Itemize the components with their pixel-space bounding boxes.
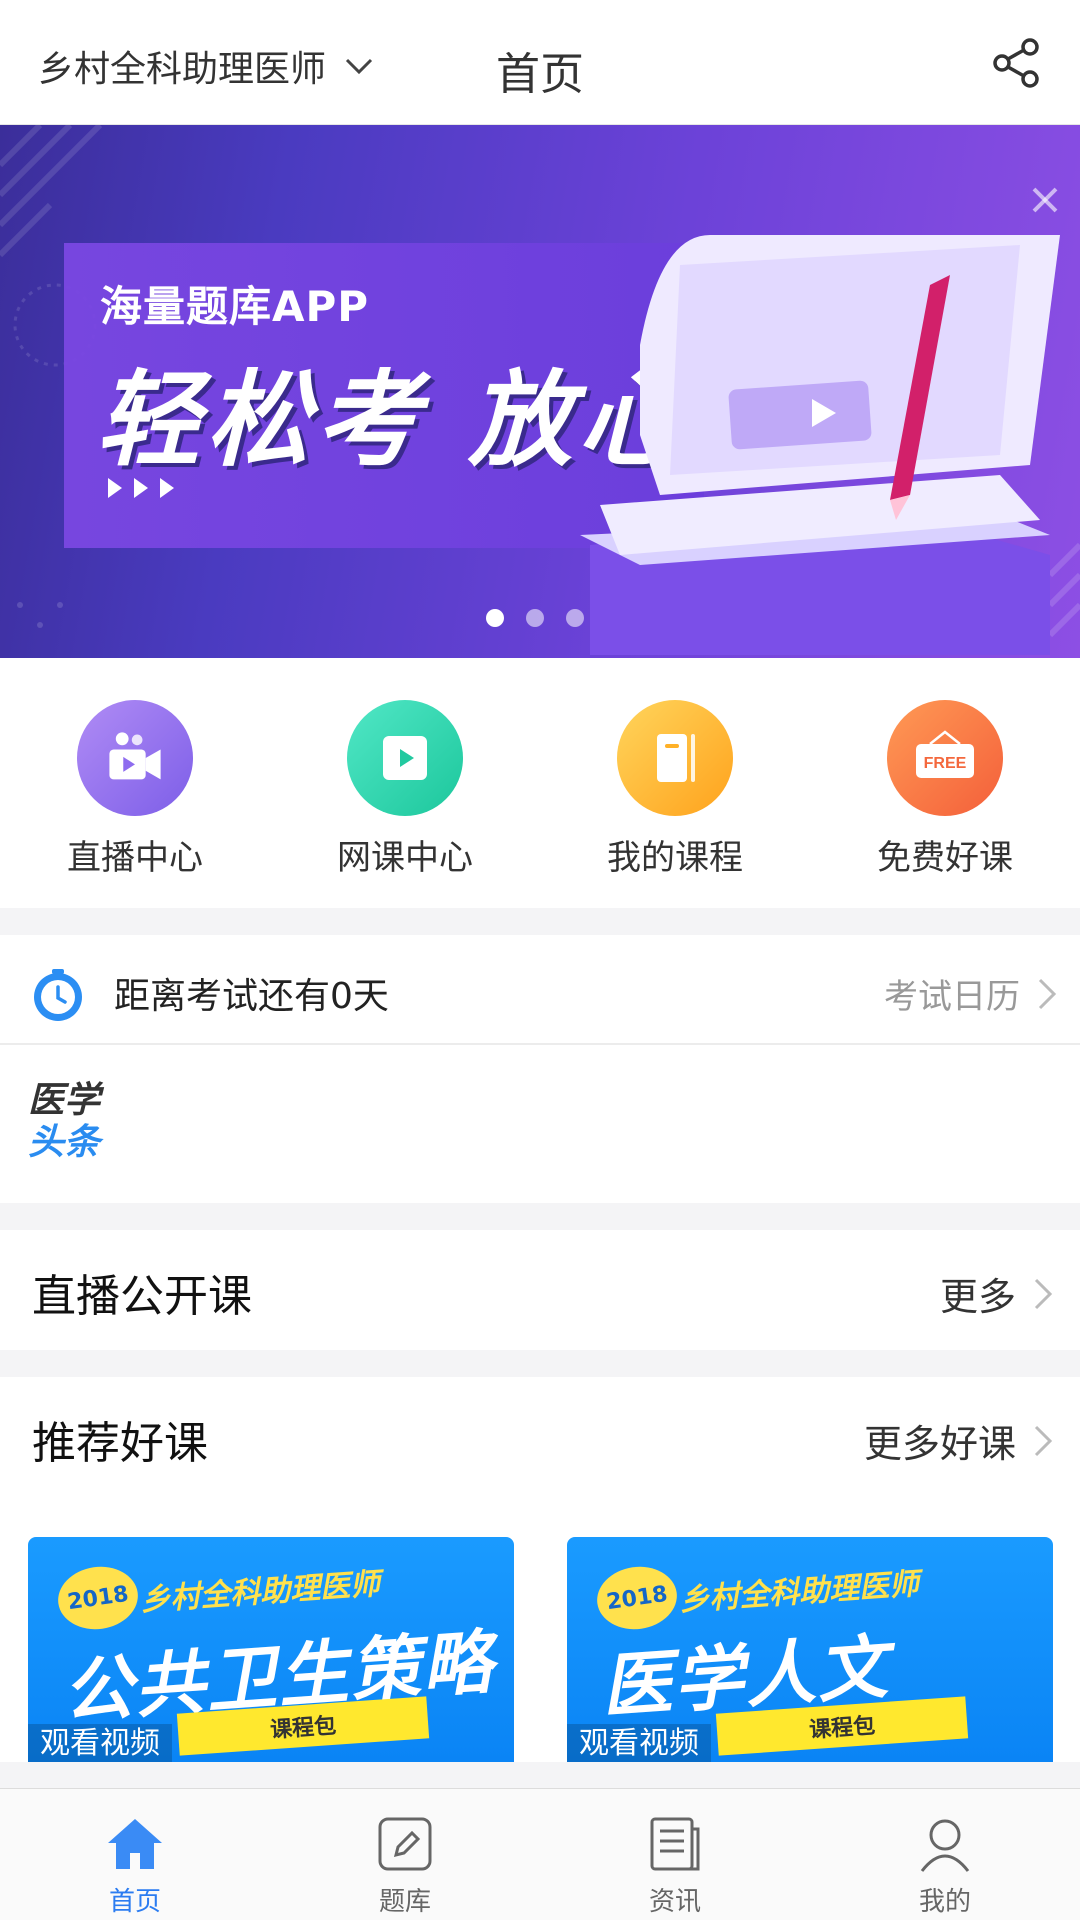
watch-video-label[interactable]: 观看视频 bbox=[567, 1724, 711, 1762]
exam-countdown-row: 距离考试还有0天 考试日历 bbox=[0, 935, 1080, 1045]
watch-video-label[interactable]: 观看视频 bbox=[28, 1724, 172, 1762]
carousel-dot[interactable] bbox=[486, 609, 504, 627]
recommend-section: 推荐好课 更多好课 bbox=[0, 1377, 1080, 1497]
share-icon[interactable] bbox=[988, 35, 1044, 91]
top-bar: 乡村全科助理医师 首页 bbox=[0, 0, 1080, 125]
play-icon bbox=[347, 700, 463, 816]
exam-countdown-text: 距离考试还有0天 bbox=[114, 976, 389, 1017]
promo-banner[interactable]: 海量题库APP 轻松考 放心过 bbox=[0, 125, 1080, 658]
quick-entry-live-center[interactable]: 直播中心 bbox=[0, 658, 270, 908]
course-card[interactable]: 2018 乡村全科助理医师 医学人文 课程包 观看视频 bbox=[567, 1537, 1053, 1762]
svg-text:FREE: FREE bbox=[924, 755, 967, 772]
quick-entry-label: 直播中心 bbox=[67, 838, 203, 878]
carousel-dot[interactable] bbox=[526, 609, 544, 627]
exam-calendar-label: 考试日历 bbox=[884, 977, 1020, 1017]
quick-entry-grid: 直播中心 网课中心 我的课程 FREE 免费好课 bbox=[0, 658, 1080, 908]
live-more-link[interactable]: 更多 bbox=[940, 1266, 1056, 1321]
exam-calendar-link[interactable]: 考试日历 bbox=[884, 969, 1060, 1018]
chevron-right-icon bbox=[1034, 1425, 1053, 1456]
tab-question-bank[interactable]: 题库 bbox=[270, 1789, 540, 1920]
logo-line-1: 医学 bbox=[28, 1080, 101, 1121]
clock-icon bbox=[34, 969, 82, 1021]
banner-subtitle: 海量题库APP bbox=[100, 282, 370, 331]
chevron-right-icon bbox=[1038, 978, 1057, 1009]
bottom-tab-bar: 首页 题库 资讯 我的 bbox=[0, 1788, 1080, 1920]
tab-label: 首页 bbox=[108, 1887, 161, 1917]
page-title: 首页 bbox=[496, 49, 584, 100]
course-card[interactable]: 2018 乡村全科助理医师 公共卫生策略 课程包 观看视频 bbox=[28, 1537, 514, 1762]
year-badge: 2018 bbox=[54, 1561, 142, 1635]
live-public-class-section: 直播公开课 更多 bbox=[0, 1230, 1080, 1350]
carousel-indicator bbox=[486, 609, 584, 627]
tab-label: 我的 bbox=[918, 1887, 971, 1917]
medical-headlines-logo: 医学 头条 bbox=[28, 1081, 118, 1171]
carousel-dot[interactable] bbox=[566, 609, 584, 627]
more-label: 更多 bbox=[939, 1275, 1016, 1319]
news-icon bbox=[650, 1817, 700, 1871]
tab-label: 资讯 bbox=[648, 1887, 701, 1917]
close-icon[interactable] bbox=[1030, 185, 1060, 215]
quick-entry-label: 我的课程 bbox=[607, 838, 743, 878]
tab-profile[interactable]: 我的 bbox=[810, 1789, 1080, 1920]
recommend-more-link[interactable]: 更多好课 bbox=[864, 1413, 1056, 1468]
book-icon bbox=[617, 700, 733, 816]
user-icon bbox=[920, 1819, 970, 1872]
recommend-cards: 2018 乡村全科助理医师 公共卫生策略 课程包 观看视频 2018 乡村全科助… bbox=[0, 1497, 1080, 1762]
triple-arrow-icon bbox=[108, 478, 174, 498]
year-badge: 2018 bbox=[593, 1561, 681, 1635]
tab-home[interactable]: 首页 bbox=[0, 1789, 270, 1920]
quick-entry-my-courses[interactable]: 我的课程 bbox=[540, 658, 810, 908]
video-camera-icon bbox=[77, 700, 193, 816]
quick-entry-label: 免费好课 bbox=[877, 838, 1013, 878]
section-title: 直播公开课 bbox=[32, 1271, 252, 1322]
section-title: 推荐好课 bbox=[32, 1418, 208, 1469]
home-icon bbox=[108, 1819, 162, 1869]
tab-label: 题库 bbox=[378, 1887, 431, 1917]
pen-icon bbox=[378, 1817, 432, 1871]
logo-line-2: 头条 bbox=[28, 1122, 101, 1163]
free-sign-icon: FREE bbox=[887, 700, 1003, 816]
card-subtitle: 乡村全科助理医师 bbox=[139, 1566, 382, 1619]
quick-entry-label: 网课中心 bbox=[337, 838, 473, 878]
chevron-right-icon bbox=[1034, 1278, 1053, 1309]
medical-headlines[interactable]: 医学 头条 bbox=[0, 1045, 1080, 1203]
quick-entry-online-course[interactable]: 网课中心 bbox=[270, 658, 540, 908]
more-label: 更多好课 bbox=[863, 1422, 1016, 1466]
quick-entry-free-courses[interactable]: FREE 免费好课 bbox=[810, 658, 1080, 908]
tab-news[interactable]: 资讯 bbox=[540, 1789, 810, 1920]
book-illustration bbox=[580, 235, 1060, 655]
